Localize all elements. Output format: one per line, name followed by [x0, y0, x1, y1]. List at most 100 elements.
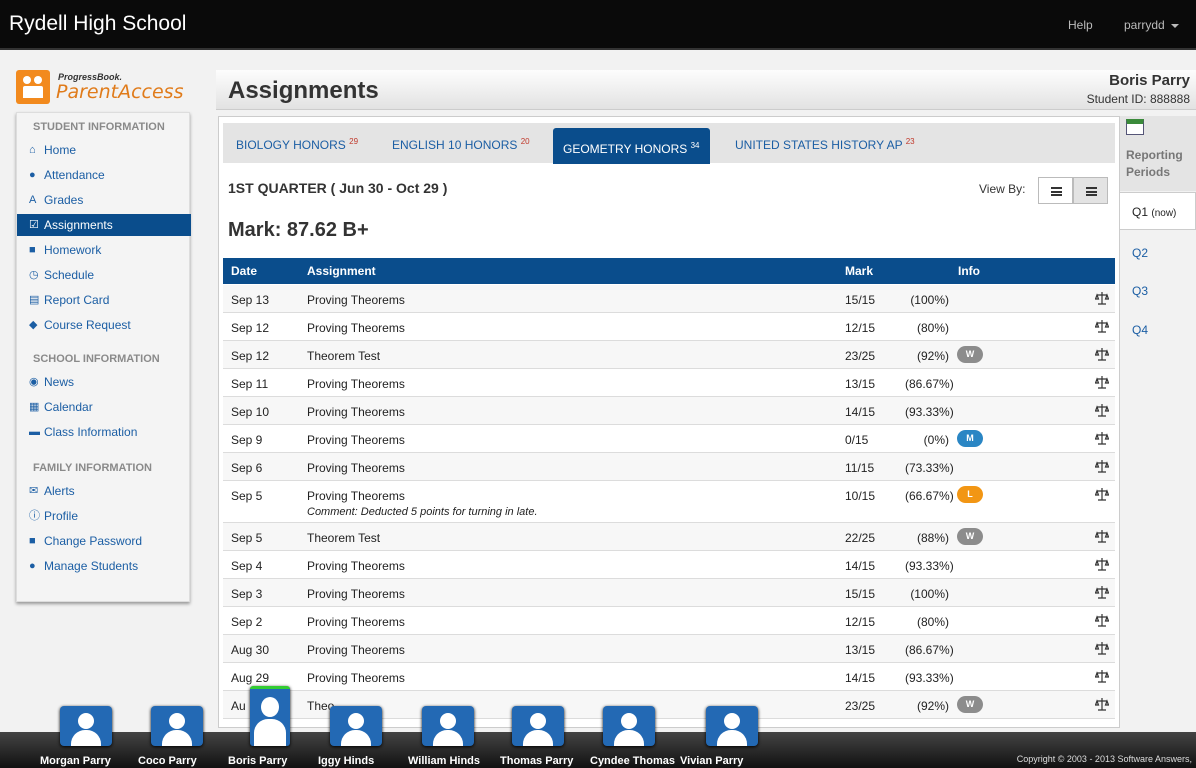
sidebar-item-home[interactable]: ⌂ Home — [17, 139, 191, 161]
student-name-vivian-parry[interactable]: Vivian Parry — [680, 755, 743, 767]
student-name-boris-parry[interactable]: Boris Parry — [228, 755, 287, 767]
school-name[interactable]: Rydell High School — [9, 12, 186, 36]
status-badge[interactable]: W — [957, 528, 983, 545]
table-row[interactable]: Sep 5 Proving Theorems 10/15 (66.67%) L Comme… — [223, 481, 1115, 523]
scale-icon[interactable] — [1094, 585, 1110, 599]
sidebar-item-report-card[interactable]: ▤ Report Card — [17, 289, 191, 311]
row-score: 14/15 — [845, 405, 876, 419]
student-name-cyndee-thomas[interactable]: Cyndee Thomas — [590, 755, 675, 767]
student-name-coco-parry[interactable]: Coco Parry — [138, 755, 197, 767]
table-row[interactable]: Sep 3 Proving Theorems 15/15 (100%) — [223, 579, 1115, 607]
status-badge[interactable]: W — [957, 696, 983, 713]
scale-icon[interactable] — [1094, 291, 1110, 305]
scale-icon[interactable] — [1094, 697, 1110, 711]
scale-icon[interactable] — [1094, 431, 1110, 445]
student-name-morgan-parry[interactable]: Morgan Parry — [40, 755, 111, 767]
user-menu[interactable]: parrydd — [1124, 18, 1179, 32]
sidebar-item-news[interactable]: ◉ News — [17, 371, 191, 393]
tab-biology-honors[interactable]: BIOLOGY HONORS 29 — [236, 137, 358, 152]
sidebar-item-calendar[interactable]: ▦ Calendar — [17, 396, 191, 418]
sidebar-item-class-information[interactable]: ▬ Class Information — [17, 421, 191, 443]
scale-icon[interactable] — [1094, 557, 1110, 571]
sidebar-item-profile[interactable]: ⓘ Profile — [17, 505, 191, 527]
sidebar-item-label: Report Card — [44, 293, 110, 307]
student-avatar-vivian-parry[interactable] — [706, 706, 758, 746]
student-name-thomas-parry[interactable]: Thomas Parry — [500, 755, 573, 767]
table-row[interactable]: Sep 12 Proving Theorems 12/15 (80%) — [223, 313, 1115, 341]
scale-icon[interactable] — [1094, 669, 1110, 683]
column-date[interactable]: Date — [231, 264, 257, 278]
row-date: Sep 5 — [231, 531, 263, 545]
sidebar-item-homework[interactable]: ■ Homework — [17, 239, 191, 261]
table-row[interactable]: Sep 11 Proving Theorems 13/15 (86.67%) — [223, 369, 1115, 397]
table-row[interactable]: Sep 6 Proving Theorems 11/15 (73.33%) — [223, 453, 1115, 481]
row-assignment: Proving Theorems — [307, 461, 405, 475]
row-score: 0/15 — [845, 433, 869, 447]
period-q1[interactable]: Q1 (now) — [1120, 192, 1196, 230]
sidebar-item-assignments[interactable]: ☑ Assignments — [17, 214, 191, 236]
row-assignment: Proving Theorems — [307, 405, 405, 419]
period-q2[interactable]: Q2 — [1132, 246, 1148, 260]
table-row[interactable]: Aug 30 Proving Theorems 13/15 (86.67%) — [223, 635, 1115, 663]
scale-icon[interactable] — [1094, 347, 1110, 361]
parent-access-logo-icon — [16, 70, 50, 104]
row-score: 13/15 — [845, 377, 876, 391]
tab-geometry-honors[interactable]: GEOMETRY HONORS 34 — [553, 128, 710, 164]
student-avatar-morgan-parry[interactable] — [60, 706, 112, 746]
tab-english-10-honors[interactable]: ENGLISH 10 HONORS 20 — [392, 137, 530, 152]
report-icon: ▤ — [29, 294, 40, 307]
sidebar-item-change-password[interactable]: ■ Change Password — [17, 530, 191, 552]
page-header: Assignments Boris Parry Student ID: 8888… — [216, 70, 1196, 110]
progressbook-logo[interactable]: ProgressBook. ParentAccess — [16, 70, 183, 106]
sidebar-item-schedule[interactable]: ◷ Schedule — [17, 264, 191, 286]
student-avatar-thomas-parry[interactable] — [512, 706, 564, 746]
sidebar-item-grades[interactable]: A Grades — [17, 189, 191, 211]
table-row[interactable]: Sep 2 Proving Theorems 12/15 (80%) — [223, 607, 1115, 635]
table-row[interactable]: Sep 4 Proving Theorems 14/15 (93.33%) — [223, 551, 1115, 579]
tab-united-states-history-ap[interactable]: UNITED STATES HISTORY AP 23 — [735, 137, 915, 152]
student-avatar-cyndee-thomas[interactable] — [603, 706, 655, 746]
scale-icon[interactable] — [1094, 613, 1110, 627]
sidebar-item-manage-students[interactable]: ● Manage Students — [17, 555, 191, 577]
view-list-button[interactable] — [1038, 177, 1073, 204]
student-name-william-hinds[interactable]: William Hinds — [408, 755, 480, 767]
status-badge[interactable]: L — [957, 486, 983, 503]
table-row[interactable]: Sep 13 Proving Theorems 15/15 (100%) — [223, 285, 1115, 313]
table-row[interactable]: Aug 29 Proving Theorems 14/15 (93.33%) — [223, 663, 1115, 691]
period-q4[interactable]: Q4 — [1132, 323, 1148, 337]
sidebar-item-alerts[interactable]: ✉ Alerts — [17, 480, 191, 502]
view-detail-button[interactable] — [1073, 177, 1108, 204]
scale-icon[interactable] — [1094, 641, 1110, 655]
scale-icon[interactable] — [1094, 375, 1110, 389]
column-assignment[interactable]: Assignment — [307, 264, 376, 278]
scale-icon[interactable] — [1094, 319, 1110, 333]
row-assignment: Proving Theorems — [307, 587, 405, 601]
status-badge[interactable]: M — [957, 430, 983, 447]
period-q3[interactable]: Q3 — [1132, 284, 1148, 298]
globe-icon: ◉ — [29, 376, 39, 389]
student-id: Student ID: 888888 — [1086, 92, 1190, 106]
detail-icon — [1086, 187, 1097, 196]
student-avatar-william-hinds[interactable] — [422, 706, 474, 746]
scale-icon[interactable] — [1094, 459, 1110, 473]
student-avatar-coco-parry[interactable] — [151, 706, 203, 746]
table-row[interactable]: Sep 12 Theorem Test 23/25 (92%) W — [223, 341, 1115, 369]
sidebar-item-course-request[interactable]: ◆ Course Request — [17, 314, 191, 336]
row-percent: (100%) — [910, 587, 949, 601]
status-badge[interactable]: W — [957, 346, 983, 363]
student-name-iggy-hinds[interactable]: Iggy Hinds — [318, 755, 374, 767]
sidebar-item-attendance[interactable]: ● Attendance — [17, 164, 191, 186]
row-score: 22/25 — [845, 531, 876, 545]
sidebar-item-label: News — [44, 375, 75, 389]
scale-icon[interactable] — [1094, 403, 1110, 417]
table-row[interactable]: Sep 10 Proving Theorems 14/15 (93.33%) — [223, 397, 1115, 425]
table-row[interactable]: Sep 5 Theorem Test 22/25 (88%) W — [223, 523, 1115, 551]
scale-icon[interactable] — [1094, 487, 1110, 501]
sidebar-item-label: Change Password — [44, 534, 143, 548]
scale-icon[interactable] — [1094, 529, 1110, 543]
student-avatar-boris-parry[interactable] — [250, 686, 290, 746]
student-avatar-iggy-hinds[interactable] — [330, 706, 382, 746]
help-link[interactable]: Help — [1068, 18, 1093, 32]
table-row[interactable]: Sep 9 Proving Theorems 0/15 (0%) M — [223, 425, 1115, 453]
column-mark[interactable]: Mark — [845, 264, 873, 278]
